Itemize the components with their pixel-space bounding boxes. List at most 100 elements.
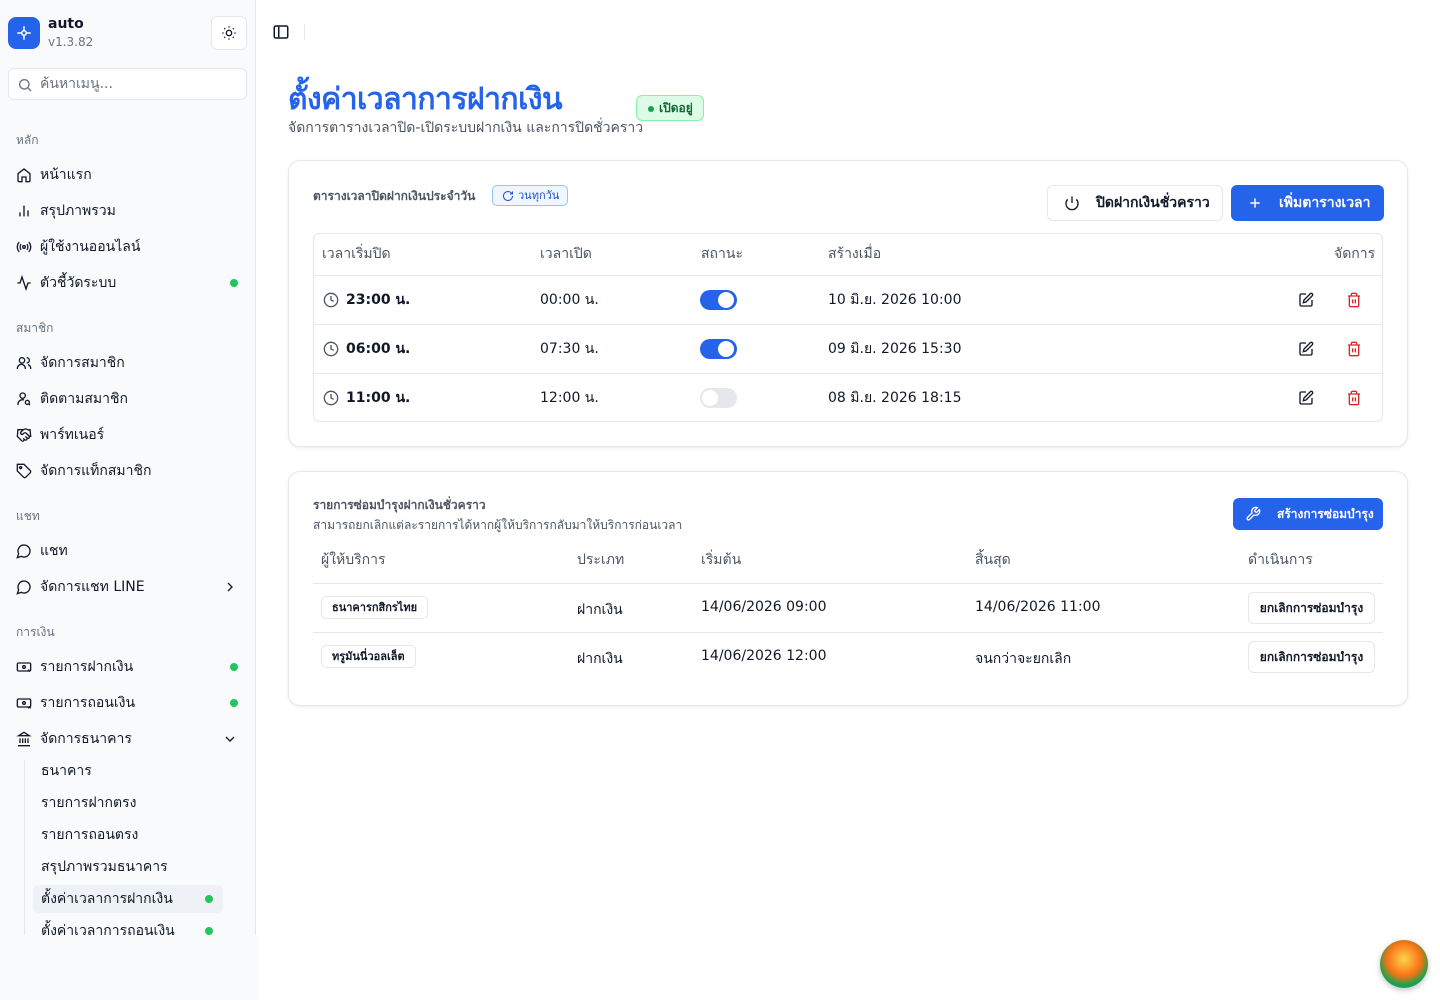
status-dot bbox=[230, 699, 238, 707]
plus-icon bbox=[1250, 198, 1260, 208]
column-header-end: เวลาเปิด bbox=[540, 246, 592, 262]
column-header-provider: ผู้ให้บริการ bbox=[321, 552, 386, 568]
sidebar-item-online-users[interactable]: ผู้ใช้งานออนไลน์ bbox=[8, 231, 248, 263]
theme-toggle-button[interactable] bbox=[211, 16, 247, 50]
created-at: 10 มิ.ย. 2026 10:00 bbox=[828, 292, 962, 308]
sidebar-bottom-mask bbox=[0, 935, 259, 1000]
sidebar-subitem-banks[interactable]: ธนาคาร bbox=[33, 757, 223, 785]
sidebar-subitem-label: ตั้งค่าเวลาการฝากเงิน bbox=[41, 891, 173, 907]
menu-search-input[interactable] bbox=[40, 73, 240, 95]
column-header-end: สิ้นสุด bbox=[975, 552, 1011, 568]
edit-icon[interactable] bbox=[1298, 390, 1314, 406]
maintenance-end: จนกว่าจะยกเลิก bbox=[975, 651, 1072, 667]
add-schedule-button[interactable]: เพิ่มตารางเวลา bbox=[1231, 185, 1384, 221]
menu-search[interactable] bbox=[8, 68, 247, 100]
status-toggle[interactable] bbox=[700, 290, 737, 310]
column-header-status: สถานะ bbox=[701, 246, 743, 262]
sidebar-item-home[interactable]: หน้าแรก bbox=[8, 159, 248, 191]
column-header-start: เวลาเริ่มปิด bbox=[322, 246, 391, 262]
page-title: ตั้งค่าเวลาการฝากเงิน bbox=[288, 82, 563, 117]
bank-icon bbox=[16, 731, 32, 747]
sidebar-item-partners[interactable]: พาร์ทเนอร์ bbox=[8, 419, 248, 451]
app-version: v1.3.82 bbox=[48, 35, 94, 49]
start-time: 23:00 น. bbox=[346, 292, 411, 308]
header-separator bbox=[304, 24, 305, 40]
user-search-icon bbox=[16, 391, 32, 407]
wrench-icon bbox=[1246, 506, 1261, 521]
sidebar-item-deposits[interactable]: รายการฝากเงิน bbox=[8, 651, 248, 683]
section-label-chat: แชท bbox=[16, 509, 40, 523]
end-time: 00:00 น. bbox=[540, 292, 599, 308]
sidebar-item-system-metrics[interactable]: ตัวชี้วัดระบบ bbox=[8, 267, 248, 299]
cancel-maintenance-button[interactable]: ยกเลิกการซ่อมบำรุง bbox=[1248, 592, 1375, 624]
table-row: 06:00 น. 07:30 น. 09 มิ.ย. 2026 15:30 bbox=[314, 324, 1382, 373]
create-maintenance-button[interactable]: สร้างการซ่อมบำรุง bbox=[1233, 498, 1383, 530]
status-dot bbox=[205, 895, 213, 903]
sidebar-item-label: พาร์ทเนอร์ bbox=[40, 427, 105, 443]
app-name: auto bbox=[48, 16, 84, 32]
clock-icon bbox=[323, 292, 339, 308]
column-header-action: ดำเนินการ bbox=[1248, 552, 1313, 568]
search-icon bbox=[19, 79, 32, 92]
power-icon bbox=[1065, 196, 1079, 211]
sidebar-item-chat[interactable]: แชท bbox=[8, 535, 248, 567]
sun-icon bbox=[222, 26, 236, 40]
submenu-guide-line bbox=[24, 760, 25, 940]
clock-icon bbox=[323, 341, 339, 357]
trash-icon[interactable] bbox=[1346, 341, 1362, 357]
repeat-daily-badge: วนทุกวัน bbox=[492, 185, 569, 206]
edit-icon[interactable] bbox=[1298, 292, 1314, 308]
status-dot bbox=[205, 927, 213, 935]
sidebar-item-withdrawals[interactable]: รายการถอนเงิน bbox=[8, 687, 248, 719]
status-toggle[interactable] bbox=[700, 388, 737, 408]
page-subtitle: จัดการตารางเวลาปิด-เปิดระบบฝากเงิน และกา… bbox=[288, 120, 644, 136]
sidebar-item-track-members[interactable]: ติดตามสมาชิก bbox=[8, 383, 248, 415]
home-icon bbox=[16, 167, 32, 183]
maintenance-type: ฝากเงิน bbox=[577, 602, 623, 618]
column-header-type: ประเภท bbox=[577, 552, 625, 568]
sidebar-item-line-chat[interactable]: จัดการแชท LINE bbox=[8, 571, 248, 603]
start-time: 06:00 น. bbox=[346, 341, 411, 357]
app: auto v1.3.82 หลัก หน้าแรก สรุปภาพรวม ผู้… bbox=[0, 0, 1440, 1000]
sidebar-item-label: สรุปภาพรวม bbox=[40, 203, 116, 219]
created-at: 09 มิ.ย. 2026 15:30 bbox=[828, 341, 962, 357]
temp-close-button[interactable]: ปิดฝากเงินชั่วคราว bbox=[1047, 185, 1223, 221]
sidebar-item-label: รายการถอนเงิน bbox=[40, 695, 136, 711]
users-icon bbox=[16, 355, 32, 371]
sidebar-toggle-button[interactable] bbox=[272, 23, 292, 41]
edit-icon[interactable] bbox=[1298, 341, 1314, 357]
sidebar-item-label: รายการฝากเงิน bbox=[40, 659, 134, 675]
column-header-created: สร้างเมื่อ bbox=[828, 246, 882, 262]
trash-icon[interactable] bbox=[1346, 390, 1362, 406]
sidebar-item-manage-members[interactable]: จัดการสมาชิก bbox=[8, 347, 248, 379]
sidebar-item-manage-banks[interactable]: จัดการธนาคาร bbox=[8, 723, 248, 755]
floating-avatar-button[interactable] bbox=[1380, 940, 1428, 988]
status-dot bbox=[230, 663, 238, 671]
handshake-icon bbox=[16, 427, 32, 443]
sidebar-subitem-direct-deposits[interactable]: รายการฝากตรง bbox=[33, 789, 223, 817]
sidebar-item-label: แชท bbox=[40, 543, 68, 559]
table-row: 23:00 น. 00:00 น. 10 มิ.ย. 2026 10:00 bbox=[314, 275, 1382, 324]
sidebar-item-member-tags[interactable]: จัดการแท็กสมาชิก bbox=[8, 455, 248, 487]
sidebar-item-overview[interactable]: สรุปภาพรวม bbox=[8, 195, 248, 227]
maintenance-card: รายการซ่อมบำรุงฝากเงินชั่วคราว สามารถยกเ… bbox=[288, 471, 1408, 706]
sidebar-subitem-bank-overview[interactable]: สรุปภาพรวมธนาคาร bbox=[33, 853, 223, 881]
sidebar-subitem-direct-withdrawals[interactable]: รายการถอนตรง bbox=[33, 821, 223, 849]
table-row: 11:00 น. 12:00 น. 08 มิ.ย. 2026 18:15 bbox=[314, 373, 1382, 421]
app-logo-icon bbox=[8, 17, 40, 49]
message-circle-icon bbox=[16, 543, 32, 559]
column-header-start: เริ่มต้น bbox=[701, 552, 742, 568]
sidebar-item-label: ติดตามสมาชิก bbox=[40, 391, 128, 407]
row-divider bbox=[313, 632, 1383, 633]
cancel-maintenance-button[interactable]: ยกเลิกการซ่อมบำรุง bbox=[1248, 641, 1375, 673]
chevron-right-icon bbox=[227, 582, 233, 592]
status-toggle[interactable] bbox=[700, 339, 737, 359]
column-header-actions: จัดการ bbox=[1334, 246, 1376, 262]
deposit-icon bbox=[16, 659, 32, 675]
schedule-card-title: ตารางเวลาปิดฝากเงินประจำวัน bbox=[313, 189, 476, 203]
sidebar-subitem-deposit-time-settings[interactable]: ตั้งค่าเวลาการฝากเงิน bbox=[33, 885, 223, 913]
provider-badge: ธนาคารกสิกรไทย bbox=[321, 596, 429, 619]
message-circle-icon bbox=[16, 579, 32, 595]
trash-icon[interactable] bbox=[1346, 292, 1362, 308]
chevron-down-icon bbox=[225, 736, 235, 742]
